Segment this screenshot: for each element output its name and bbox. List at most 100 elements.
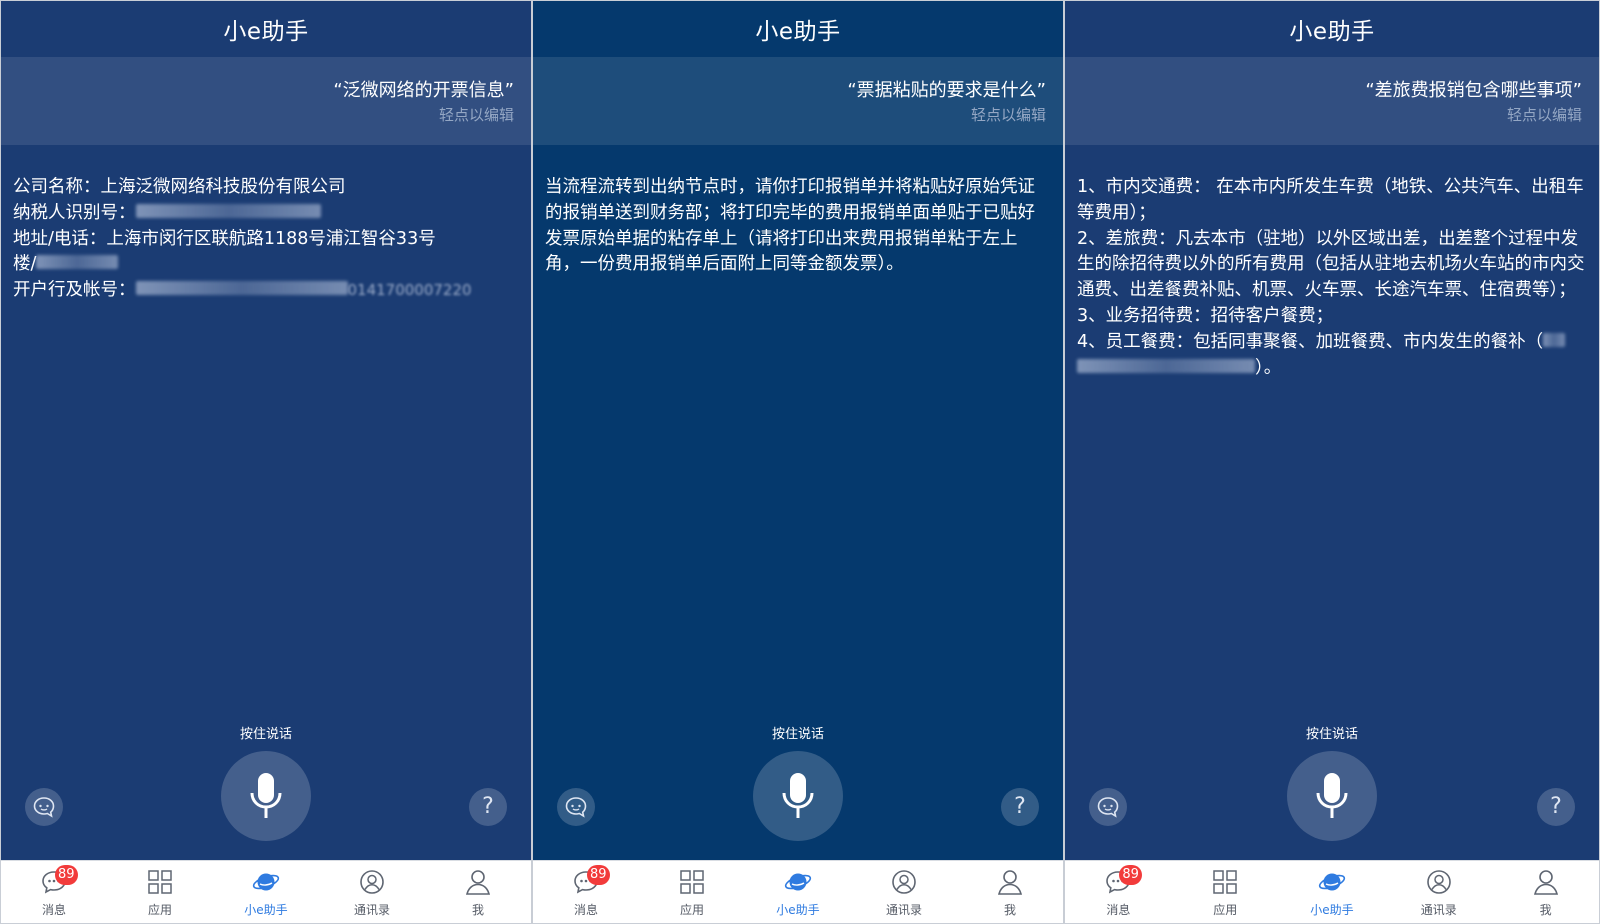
messages-badge: 89 (55, 865, 78, 885)
page-title: 小e助手 (223, 19, 309, 45)
answer-text: 当流程流转到出纳节点时，请你打印报销单并将粘贴好原始凭证的报销单送到财务部；将打… (545, 177, 1035, 275)
tab-me-label: 我 (1539, 903, 1552, 917)
chat-bot-icon (33, 797, 55, 818)
messages-badge: 89 (587, 865, 610, 885)
microphone-icon (782, 773, 814, 818)
screen-invoice-info: 小e助手 “泛微网络的开票信息” 轻点以编辑 公司名称：上海泛微网络科技股份有限… (1, 1, 531, 923)
tab-assistant-label: 小e助手 (1310, 903, 1354, 917)
answer-item-1: 1、市内交通费： 在本市内所发生车费（地铁、公共汽车、出租车等费用）； (1077, 177, 1584, 223)
tax-id-label: 纳税人识别号： (13, 202, 136, 223)
tab-contacts[interactable]: 通讯录 (851, 861, 957, 923)
tab-me[interactable]: 我 (425, 861, 531, 923)
query-text: “泛微网络的开票信息” (333, 80, 514, 101)
help-button[interactable]: ? (1537, 788, 1575, 826)
tab-messages[interactable]: 89 消息 (1065, 861, 1172, 923)
tab-me-label: 我 (1003, 903, 1016, 917)
message-icon: 89 (39, 865, 78, 897)
hold-to-talk-button[interactable] (753, 751, 843, 841)
redacted-meal-note-b (1077, 358, 1255, 373)
messages-badge: 89 (1119, 865, 1142, 885)
message-icon: 89 (1103, 865, 1142, 897)
query-bubble[interactable]: “票据粘贴的要求是什么” 轻点以编辑 (533, 57, 1063, 145)
edit-hint: 轻点以编辑 (970, 106, 1046, 124)
voice-controls: 按住说话 ? (1, 723, 531, 843)
question-mark-icon: ? (482, 794, 494, 819)
tab-assistant[interactable]: 小e助手 (213, 861, 319, 923)
answer-address: 地址/电话：上海市闵行区联航路1188号浦江智谷33号 (13, 228, 436, 249)
query-bubble[interactable]: “泛微网络的开票信息” 轻点以编辑 (1, 57, 531, 145)
tab-assistant-label: 小e助手 (776, 903, 820, 917)
user-icon (995, 867, 1025, 897)
tab-assistant[interactable]: 小e助手 (1279, 861, 1386, 923)
tab-contacts-label: 通讯录 (353, 903, 390, 917)
answer-item-2: 2、差旅费：凡去本市（驻地）以外区域出差，出差整个过程中发生的除招待费以外的所有… (1077, 228, 1585, 301)
apps-grid-icon (677, 867, 707, 897)
chat-bot-button[interactable] (1089, 788, 1127, 826)
screen-receipt-rules: 小e助手 “票据粘贴的要求是什么” 轻点以编辑 当流程流转到出纳节点时，请你打印… (531, 1, 1063, 923)
answer-floor: 楼/ (13, 252, 519, 278)
microphone-icon (1316, 773, 1348, 818)
contacts-icon (1424, 867, 1454, 897)
tab-assistant-label: 小e助手 (244, 903, 288, 917)
edit-hint: 轻点以编辑 (1506, 106, 1582, 124)
chat-bot-icon (565, 797, 587, 818)
query-text: “票据粘贴的要求是什么” (847, 80, 1046, 101)
query-text: “差旅费报销包含哪些事项” (1365, 80, 1582, 101)
tab-apps-label: 应用 (147, 903, 172, 917)
help-button[interactable]: ? (469, 788, 507, 826)
tab-contacts[interactable]: 通讯录 (319, 861, 425, 923)
tab-bar: 89 消息 应用 小e助手 通讯录 我 (1, 860, 531, 923)
contacts-icon (889, 867, 919, 897)
question-mark-icon: ? (1550, 794, 1562, 819)
tab-messages-label: 消息 (41, 903, 66, 917)
query-bubble[interactable]: “差旅费报销包含哪些事项” 轻点以编辑 (1065, 57, 1599, 145)
floor-label: 楼/ (13, 254, 37, 275)
chat-bot-button[interactable] (557, 788, 595, 826)
contacts-icon (357, 867, 387, 897)
redacted-meal-note-a (1543, 332, 1566, 347)
tab-messages-label: 消息 (1106, 903, 1131, 917)
assistant-planet-icon (251, 867, 281, 897)
tab-apps[interactable]: 应用 (1172, 861, 1279, 923)
tab-me[interactable]: 我 (957, 861, 1063, 923)
hold-to-talk-label: 按住说话 (771, 727, 824, 742)
answer-item-4: 4、员工餐费：包括同事聚餐、加班餐费、市内发生的餐补（ ）。 (1077, 330, 1587, 382)
assistant-planet-icon (783, 867, 813, 897)
tab-apps[interactable]: 应用 (107, 861, 213, 923)
tab-me-label: 我 (471, 903, 484, 917)
answer-item-3: 3、业务招待费：招待客户餐费； (1077, 305, 1334, 326)
help-button[interactable]: ? (1001, 788, 1039, 826)
message-icon: 89 (571, 865, 610, 897)
hold-to-talk-label: 按住说话 (239, 727, 292, 742)
answer-item-4-tail: ）。 (1255, 357, 1282, 378)
user-icon (463, 867, 493, 897)
chat-bot-icon (1097, 797, 1119, 818)
tab-me[interactable]: 我 (1492, 861, 1599, 923)
redacted-phone (36, 255, 119, 270)
hold-to-talk-button[interactable] (1287, 751, 1377, 841)
microphone-icon (250, 773, 282, 818)
user-icon (1531, 867, 1561, 897)
screen-travel-expenses: 小e助手 “差旅费报销包含哪些事项” 轻点以编辑 1、市内交通费： 在本市内所发… (1063, 1, 1599, 923)
tab-messages[interactable]: 89 消息 (1, 861, 107, 923)
tab-apps-label: 应用 (679, 903, 704, 917)
tab-contacts-label: 通讯录 (1420, 903, 1457, 917)
tab-assistant[interactable]: 小e助手 (745, 861, 851, 923)
tab-messages[interactable]: 89 消息 (533, 861, 639, 923)
answer-company: 公司名称：上海泛微网络科技股份有限公司 (13, 177, 346, 197)
screenshot-collage: 小e助手 “泛微网络的开票信息” 轻点以编辑 公司名称：上海泛微网络科技股份有限… (0, 0, 1600, 924)
chat-bot-button[interactable] (25, 788, 63, 826)
voice-controls: 按住说话 ? (533, 723, 1063, 843)
redacted-tax-id (135, 203, 321, 218)
tab-contacts[interactable]: 通讯录 (1385, 861, 1492, 923)
tab-bar: 89 消息 应用 小e助手 通讯录 我 (1065, 860, 1599, 923)
apps-grid-icon (145, 867, 175, 897)
bank-account-tail: 0141700007220 (347, 281, 472, 300)
tab-messages-label: 消息 (573, 903, 598, 917)
edit-hint: 轻点以编辑 (438, 106, 514, 124)
tab-apps[interactable]: 应用 (639, 861, 745, 923)
assistant-planet-icon (1317, 867, 1347, 897)
hold-to-talk-label: 按住说话 (1305, 727, 1358, 742)
hold-to-talk-button[interactable] (221, 751, 311, 841)
redacted-bank (135, 281, 348, 296)
